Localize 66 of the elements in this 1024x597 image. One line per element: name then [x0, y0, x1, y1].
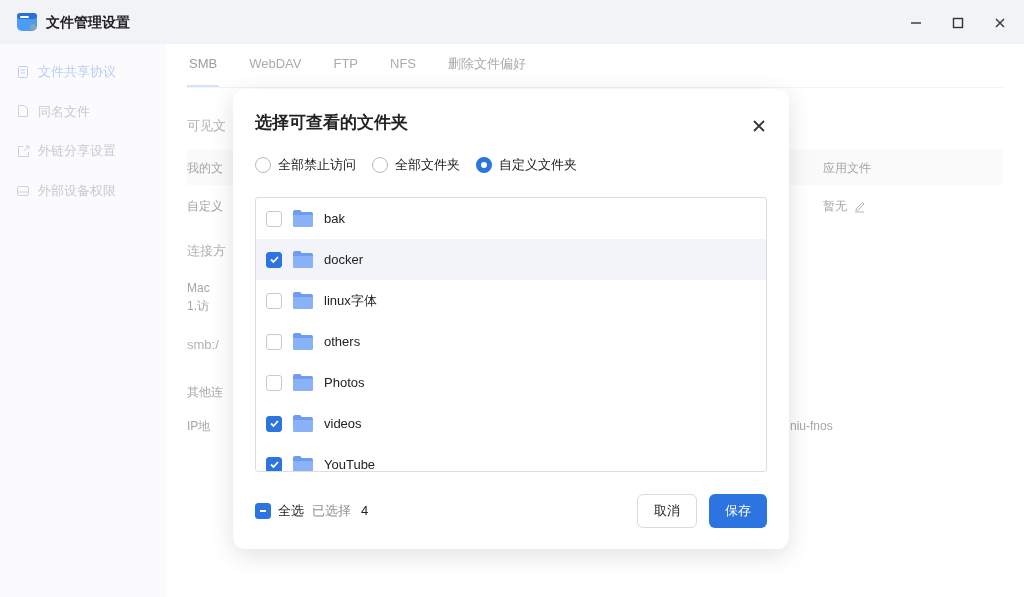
radio-label: 全部文件夹 [395, 156, 460, 175]
checkbox[interactable] [266, 210, 282, 227]
folder-row[interactable]: linux字体 [256, 280, 766, 321]
checkbox[interactable] [266, 251, 282, 268]
share-icon [16, 143, 30, 158]
radio-option[interactable]: 自定义文件夹 [476, 156, 577, 174]
hostname-text: niu-fnos [790, 418, 834, 435]
radio-button[interactable] [372, 157, 388, 173]
window-title: 文件管理设置 [46, 12, 130, 32]
radio-option[interactable]: 全部禁止访问 [255, 156, 356, 174]
label: Mac [187, 280, 211, 297]
file-icon [16, 104, 30, 119]
section-title: 连接方 [187, 242, 227, 260]
folder-icon [292, 455, 314, 471]
checkbox[interactable] [266, 415, 282, 432]
selected-count: 4 [361, 501, 369, 520]
checkbox[interactable] [266, 333, 282, 350]
folder-icon [292, 414, 314, 433]
folder-name: others [324, 332, 361, 351]
dialog-title: 选择可查看的文件夹 [255, 113, 408, 134]
cancel-button[interactable]: 取消 [637, 493, 697, 528]
folder-icon [292, 332, 314, 351]
folder-row[interactable]: Photos [256, 362, 766, 403]
minimize-icon [911, 21, 921, 24]
radio-option[interactable]: 全部文件夹 [372, 156, 460, 174]
folder-name: bak [324, 209, 345, 228]
folder-name: videos [324, 414, 362, 433]
folder-name: YouTube [324, 455, 376, 471]
table-header: 我的文 [187, 159, 224, 177]
app-icon [16, 11, 38, 33]
document-icon [16, 64, 30, 79]
folder-row[interactable]: videos [256, 403, 766, 444]
radio-label: 自定义文件夹 [499, 156, 577, 175]
table-header: 应用文件 [822, 159, 872, 177]
check-icon [268, 254, 280, 265]
check-icon [268, 418, 280, 429]
folder-name: linux字体 [324, 291, 377, 310]
folder-row[interactable]: bak [256, 198, 766, 239]
folder-icon [292, 373, 314, 392]
folder-row[interactable]: docker [256, 239, 766, 280]
section-title: 可见文 [187, 117, 227, 135]
folder-icon [292, 250, 314, 269]
instruction-text: 1.访 [187, 298, 210, 315]
section-title: 其他连 [187, 384, 224, 401]
save-button[interactable]: 保存 [709, 493, 767, 528]
table-cell-text: 自定义 [187, 198, 224, 215]
checkbox[interactable] [255, 502, 271, 519]
folder-name: Photos [324, 373, 365, 392]
folder-icon [292, 209, 314, 228]
label: IP地 [187, 418, 212, 435]
drive-icon [16, 183, 30, 198]
checkbox[interactable] [266, 292, 282, 309]
folder-row[interactable]: others [256, 321, 766, 362]
radio-button[interactable] [255, 157, 271, 173]
table-cell-text: 暂无 [823, 198, 847, 215]
checkbox[interactable] [266, 456, 282, 471]
check-icon [268, 459, 280, 470]
radio-button[interactable] [476, 157, 492, 173]
selected-label: 已选择 [312, 501, 351, 520]
folder-icon [292, 291, 314, 310]
radio-label: 全部禁止访问 [278, 156, 356, 175]
select-all-checkbox[interactable]: 全选 [255, 500, 304, 521]
address-text: smb:/ [187, 336, 220, 354]
folder-row[interactable]: YouTube [256, 444, 766, 471]
folder-name: docker [324, 250, 364, 269]
checkbox[interactable] [266, 374, 282, 391]
